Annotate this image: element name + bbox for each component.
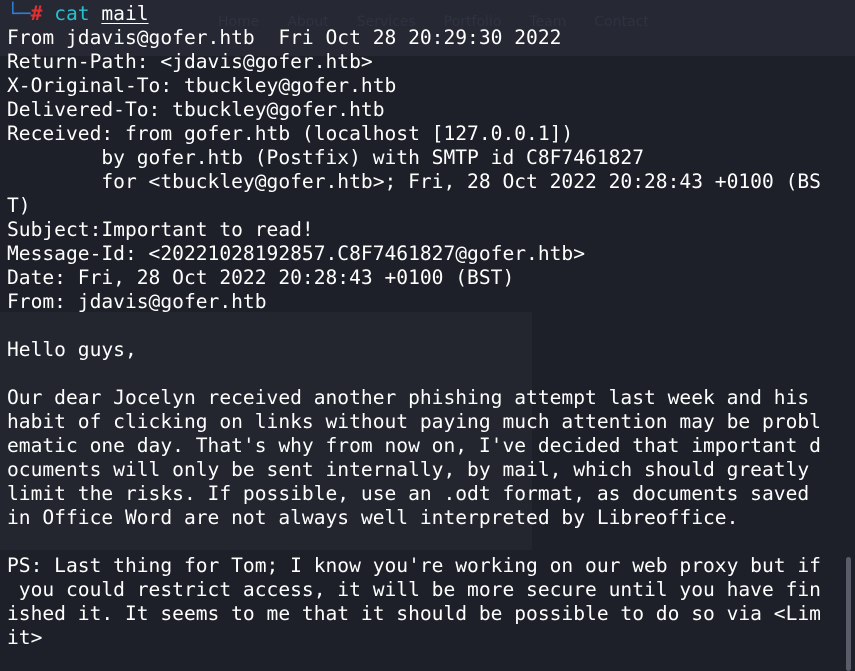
output-line: Date: Fri, 28 Oct 2022 20:28:43 +0100 (B… [7, 266, 515, 289]
output-line: you could restrict access, it will be mo… [7, 578, 821, 601]
output-line: Our dear Jocelyn received another phishi… [7, 386, 810, 409]
output-line: PS: Last thing for Tom; I know you're wo… [7, 554, 821, 577]
output-line: ocuments will only be sent internally, b… [7, 458, 810, 481]
output-line: ematic one day. That's why from now on, … [7, 434, 821, 457]
output-line: limit the risks. If possible, use an .od… [7, 482, 810, 505]
output-line: Hello guys, [7, 338, 137, 361]
output-line: in Office Word are not always well inter… [7, 506, 739, 529]
terminal-window[interactable]: └─# cat mail From jdavis@gofer.htb Fri O… [0, 0, 855, 671]
command-name: cat [54, 2, 90, 25]
output-line: X-Original-To: tbuckley@gofer.htb [7, 74, 397, 97]
prompt-corner-glyph: └─ [7, 2, 31, 25]
output-line: ished it. It seems to me that it should … [7, 602, 821, 625]
output-line: T) [7, 194, 31, 217]
output-line: Subject:Important to read! [7, 218, 314, 241]
terminal-scrollbar[interactable] [846, 557, 851, 671]
output-line: Message-Id: <20221028192857.C8F7461827@g… [7, 242, 586, 265]
shell-prompt: └─# cat mail [7, 2, 855, 26]
output-line: for <tbuckley@gofer.htb>; Fri, 28 Oct 20… [7, 170, 821, 193]
root-prompt-symbol: # [30, 2, 43, 25]
output-line: Received: from gofer.htb (localhost [127… [7, 122, 574, 145]
output-line: From jdavis@gofer.htb Fri Oct 28 20:29:3… [7, 26, 562, 49]
output-line: it> [7, 626, 43, 649]
output-line: habit of clicking on links without payin… [7, 410, 821, 433]
output-line: From: jdavis@gofer.htb [7, 290, 267, 313]
output-line: Delivered-To: tbuckley@gofer.htb [7, 98, 385, 121]
output-line: by gofer.htb (Postfix) with SMTP id C8F7… [7, 146, 645, 169]
command-argument: mail [101, 2, 149, 25]
terminal-output: From jdavis@gofer.htb Fri Oct 28 20:29:3… [7, 26, 855, 650]
output-line: Return-Path: <jdavis@gofer.htb> [7, 50, 373, 73]
